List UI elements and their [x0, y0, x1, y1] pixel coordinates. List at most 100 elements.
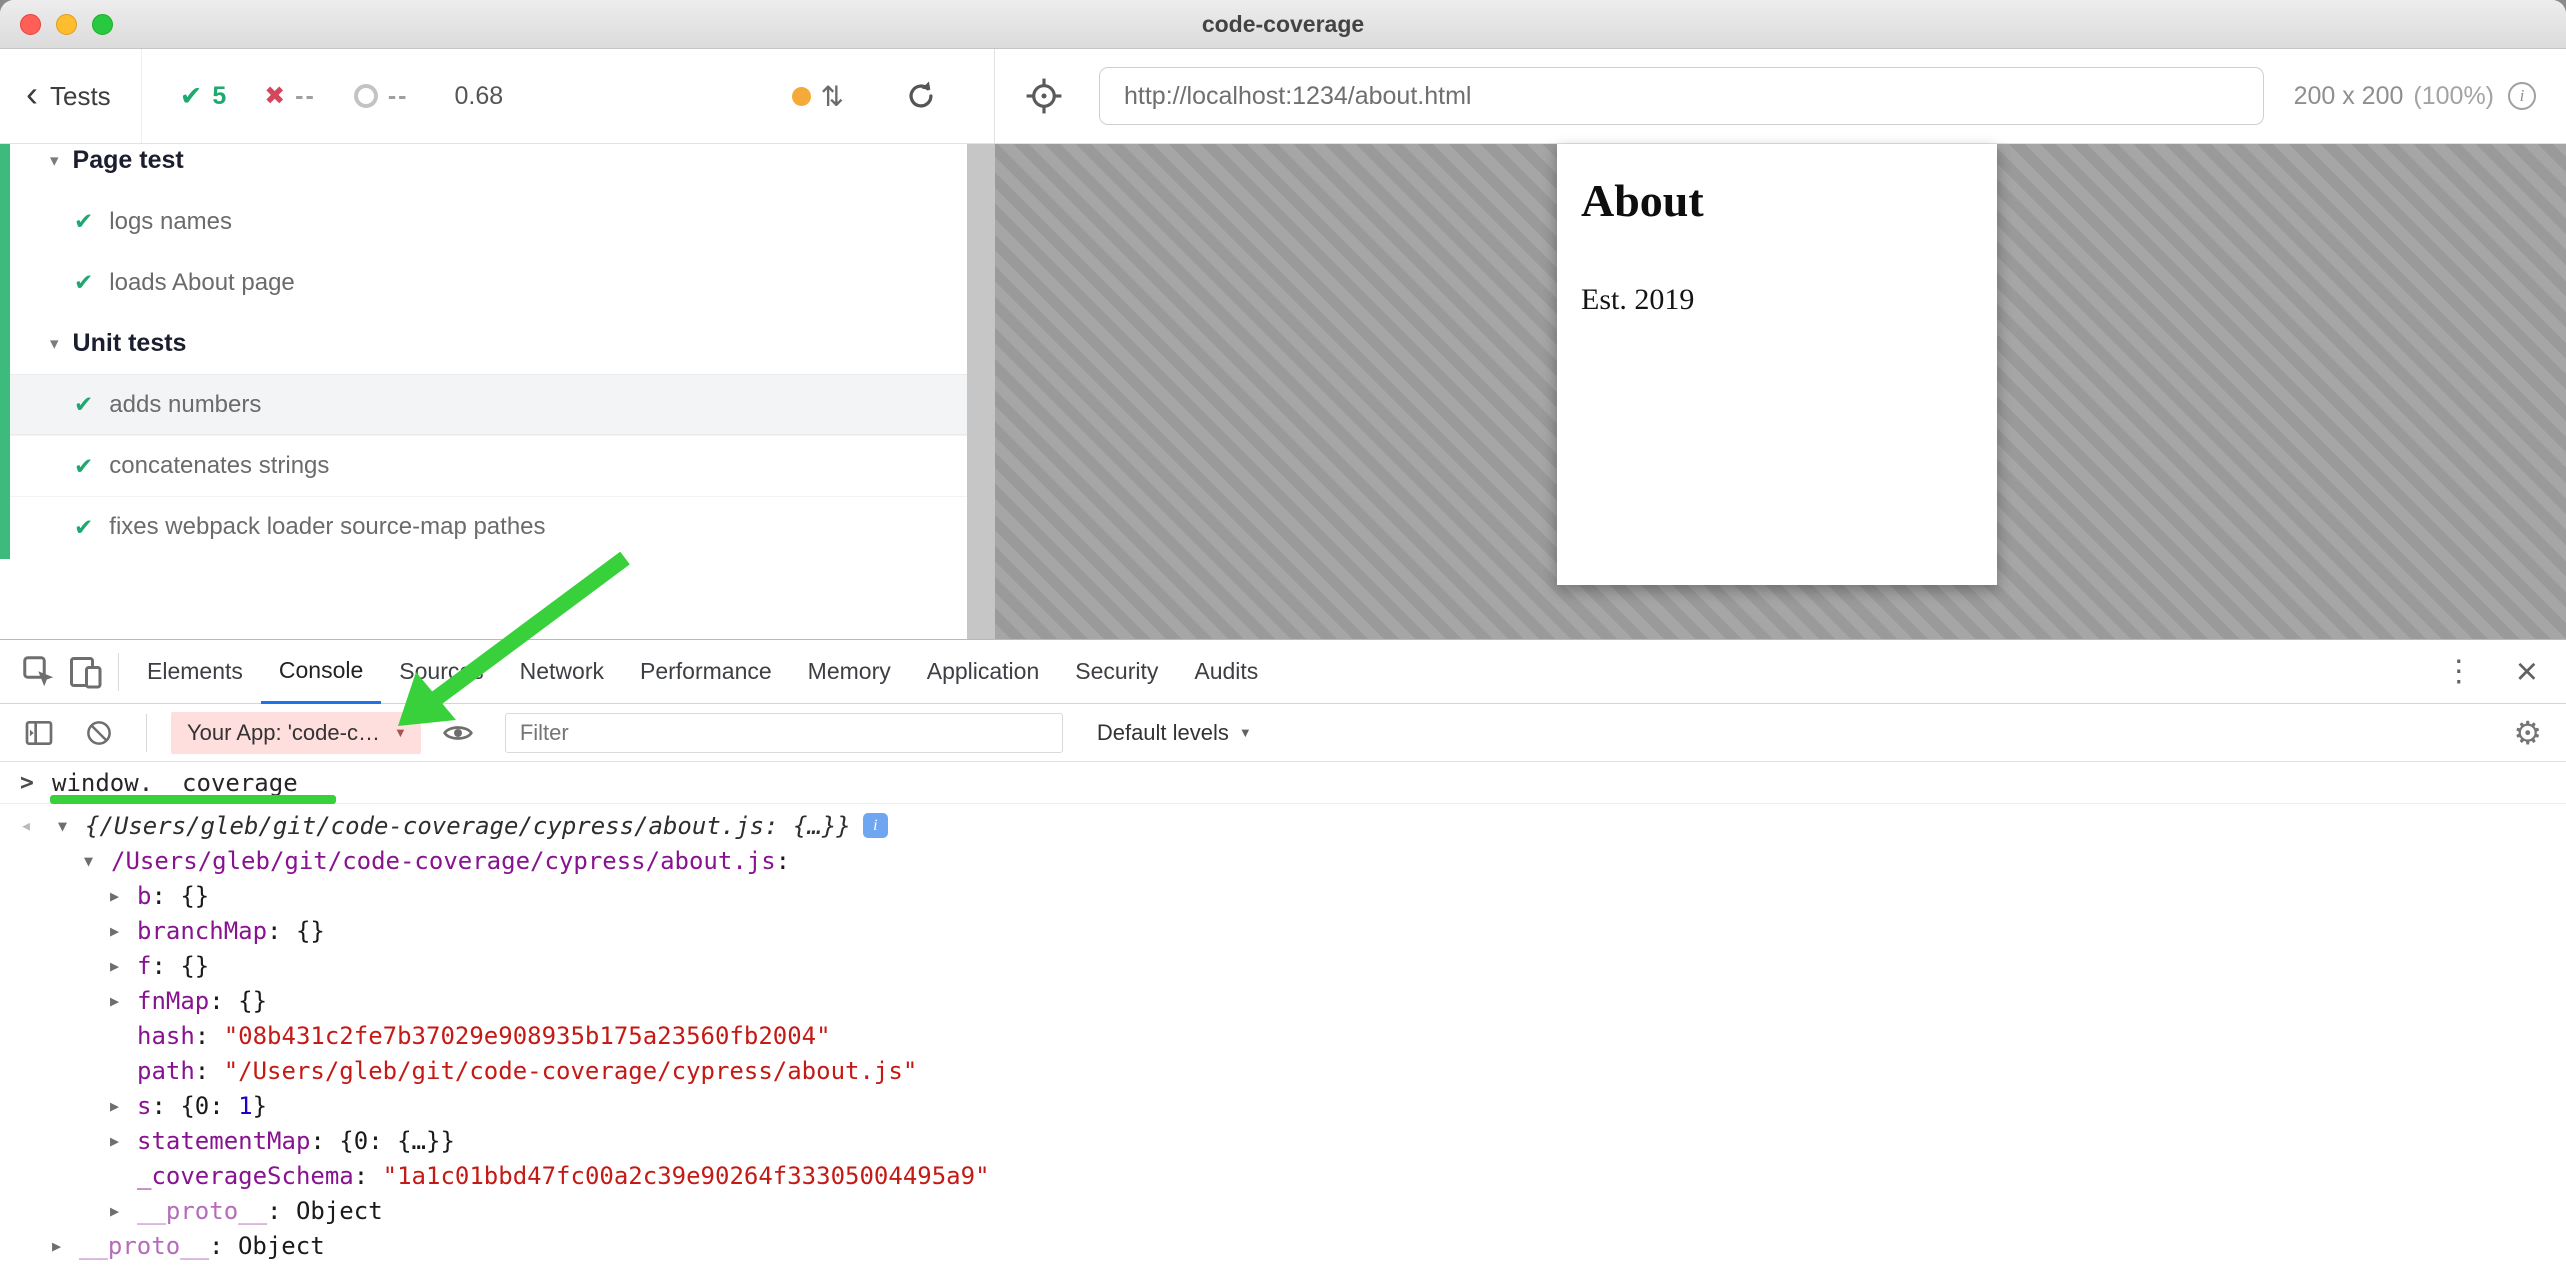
expander-closed-icon[interactable]: ▶: [110, 922, 137, 940]
tab-audits[interactable]: Audits: [1176, 640, 1276, 704]
passed-count: 5: [212, 82, 226, 111]
tab-console[interactable]: Console: [261, 640, 381, 704]
selector-playground-button[interactable]: [1025, 77, 1063, 115]
status-dot-icon: [792, 87, 811, 106]
expander-closed-icon[interactable]: ▶: [52, 1237, 79, 1255]
page-heading: About: [1581, 174, 1997, 227]
more-options-icon[interactable]: ⋮: [2444, 654, 2474, 689]
return-value-icon: ◂: [20, 808, 32, 843]
expander-closed-icon[interactable]: ▶: [110, 1202, 137, 1220]
expander-closed-icon[interactable]: ▶: [110, 1097, 137, 1115]
console-prop-row[interactable]: ▶ __proto__: Object: [0, 1193, 2566, 1228]
console-prop-row[interactable]: ▶ statementMap: {0: {…}}: [0, 1123, 2566, 1158]
block-icon: [84, 718, 114, 748]
devtools-panel: Elements Console Sources Network Perform…: [0, 639, 2566, 1274]
cypress-toolbar: ‹ Tests ✔ 5 ✖ -- -- 0.68: [0, 49, 2566, 144]
back-to-tests-button[interactable]: ‹ Tests: [0, 49, 142, 143]
app-window: code-coverage ‹ Tests ✔ 5 ✖ -- --: [0, 0, 2566, 1274]
tab-network[interactable]: Network: [502, 640, 622, 704]
inspect-element-button[interactable]: [16, 649, 62, 695]
live-expression-button[interactable]: [435, 710, 481, 756]
expander-open-icon[interactable]: ▼: [58, 817, 85, 835]
check-icon: ✔: [74, 208, 93, 235]
test-group-unit-tests[interactable]: ▾ Unit tests: [0, 313, 967, 374]
passed-stat[interactable]: ✔ 5: [180, 81, 227, 112]
console-prop-row[interactable]: ▶ s: {0: 1}: [0, 1088, 2566, 1123]
collapse-caret-icon: ▾: [50, 334, 59, 354]
viewport-info-icon[interactable]: i: [2508, 82, 2536, 110]
tab-sources[interactable]: Sources: [381, 640, 501, 704]
console-settings-button[interactable]: ⚙: [2513, 714, 2566, 752]
log-levels-dropdown[interactable]: Default levels ▼: [1097, 720, 1252, 746]
test-row[interactable]: ✔ logs names: [0, 191, 967, 252]
console-prop-row[interactable]: _coverageSchema: "1a1c01bbd47fc00a2c39e9…: [0, 1158, 2566, 1193]
viewport-zoom: (100%): [2413, 82, 2494, 111]
test-row[interactable]: ✔ fixes webpack loader source-map pathes: [0, 496, 967, 557]
cross-icon: ✖: [264, 81, 285, 111]
test-row-selected[interactable]: ✔ adds numbers: [0, 374, 967, 435]
test-duration: 0.68: [454, 82, 503, 111]
chevron-down-icon: ▼: [394, 725, 407, 740]
console-prop-row[interactable]: ▶ __proto__: Object: [0, 1228, 2566, 1263]
devtools-tab-bar: Elements Console Sources Network Perform…: [0, 640, 2566, 704]
console-prompt-icon: >: [20, 770, 52, 796]
console-drawer-icon: [23, 717, 55, 749]
test-group-page-test[interactable]: ▾ Page test: [0, 144, 967, 191]
panel-resize-handle[interactable]: [967, 144, 995, 639]
up-down-arrows-icon: ⇅: [821, 80, 844, 113]
test-row[interactable]: ✔ concatenates strings: [0, 435, 967, 496]
device-icon: [67, 654, 103, 690]
console-command-line[interactable]: > window.__coverage__: [0, 762, 2566, 804]
auto-scroll-toggle[interactable]: ⇅: [792, 80, 844, 113]
expander-open-icon[interactable]: ▼: [84, 852, 111, 870]
reload-button[interactable]: [904, 79, 938, 113]
app-under-test[interactable]: About Est. 2019: [1557, 144, 1997, 585]
console-filter-input[interactable]: [505, 713, 1063, 753]
pending-stat[interactable]: --: [354, 82, 409, 111]
app-preview-area: About Est. 2019: [995, 144, 2566, 639]
console-prop-row[interactable]: ▶ branchMap: {}: [0, 913, 2566, 948]
failed-stat[interactable]: ✖ --: [264, 81, 316, 111]
console-pane: > window.__coverage__ ◂ ▼ {/Users/gleb/g…: [0, 762, 2566, 1263]
console-command: window.__coverage__: [52, 769, 327, 797]
tab-application[interactable]: Application: [909, 640, 1058, 704]
console-result-line[interactable]: ◂ ▼ {/Users/gleb/git/code-coverage/cypre…: [0, 808, 2566, 843]
tab-security[interactable]: Security: [1057, 640, 1176, 704]
console-prop-row[interactable]: ▶ b: {}: [0, 878, 2566, 913]
console-prop-row[interactable]: hash: "08b431c2fe7b37029e908935b175a2356…: [0, 1018, 2566, 1053]
check-icon: ✔: [74, 453, 93, 480]
info-icon[interactable]: i: [863, 813, 888, 838]
window-title: code-coverage: [0, 0, 2566, 49]
url-input[interactable]: [1099, 67, 2264, 125]
expander-closed-icon[interactable]: ▶: [110, 887, 137, 905]
tab-elements[interactable]: Elements: [129, 640, 261, 704]
test-row[interactable]: ✔ loads About page: [0, 252, 967, 313]
console-prop-row[interactable]: ▶ fnMap: {}: [0, 983, 2566, 1018]
inspect-icon: [21, 654, 57, 690]
viewport-info: 200 x 200 (100%): [2294, 82, 2494, 111]
console-context-dropdown[interactable]: Your App: 'code-c… ▼: [171, 712, 421, 754]
console-toolbar: Your App: 'code-c… ▼ Default levels ▼ ⚙: [0, 704, 2566, 762]
tab-performance[interactable]: Performance: [622, 640, 790, 704]
console-output: ◂ ▼ {/Users/gleb/git/code-coverage/cypre…: [0, 804, 2566, 1263]
test-list-panel: ▾ Page test ✔ logs names ✔ loads About p…: [0, 144, 967, 639]
console-object-key-line[interactable]: ▼ /Users/gleb/git/code-coverage/cypress/…: [0, 843, 2566, 878]
console-prop-row[interactable]: path: "/Users/gleb/git/code-coverage/cyp…: [0, 1053, 2566, 1088]
console-sidebar-button[interactable]: [16, 710, 62, 756]
expander-closed-icon[interactable]: ▶: [110, 957, 137, 975]
failed-count: --: [295, 82, 316, 111]
chevron-left-icon: ‹: [26, 76, 38, 112]
pending-circle-icon: [354, 84, 378, 108]
expander-closed-icon[interactable]: ▶: [110, 992, 137, 1010]
close-devtools-icon[interactable]: ×: [2516, 653, 2538, 691]
tab-memory[interactable]: Memory: [790, 640, 909, 704]
pending-count: --: [388, 82, 409, 111]
console-prop-row[interactable]: ▶ f: {}: [0, 948, 2566, 983]
check-icon: ✔: [74, 391, 93, 418]
reporter-region: ▾ Page test ✔ logs names ✔ loads About p…: [0, 144, 2566, 639]
clear-console-button[interactable]: [76, 710, 122, 756]
expander-closed-icon[interactable]: ▶: [110, 1132, 137, 1150]
device-toolbar-button[interactable]: [62, 649, 108, 695]
refresh-icon: [904, 79, 938, 113]
viewport-size: 200 x 200: [2294, 82, 2404, 111]
